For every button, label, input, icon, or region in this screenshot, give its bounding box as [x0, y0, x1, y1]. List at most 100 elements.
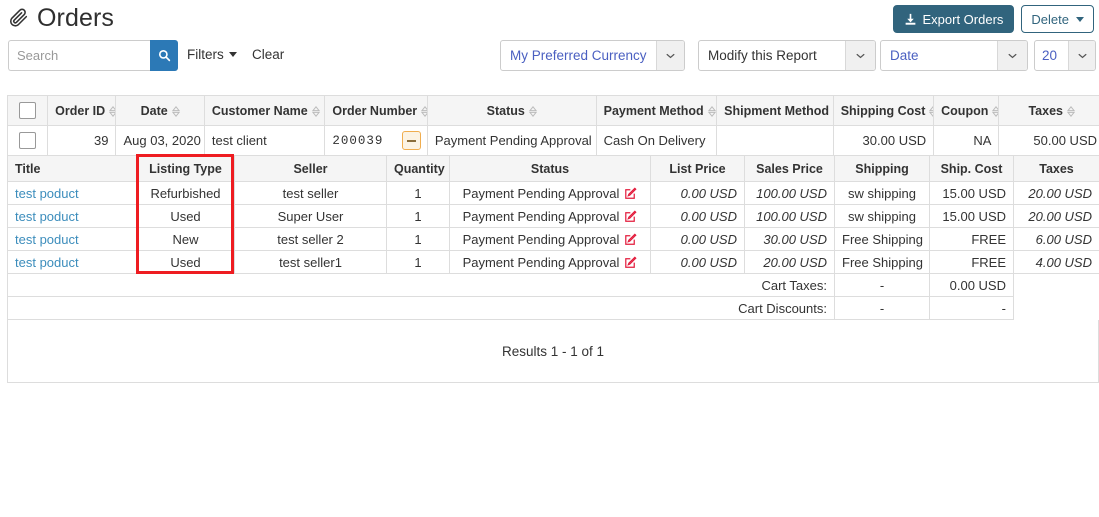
table-row: test poduct Used Super User 1 Payment Pendin…	[7, 204, 1099, 228]
cell-sales-price: 30.00 USD	[744, 227, 835, 251]
sort-icon	[707, 105, 716, 117]
report-value: Modify this Report	[708, 48, 817, 63]
export-orders-button[interactable]: Export Orders	[892, 5, 1015, 33]
download-icon	[904, 13, 917, 26]
edit-icon[interactable]	[624, 209, 637, 223]
controls-bar: Filters Clear My Preferred Currency Modi…	[0, 40, 1099, 72]
row-checkbox[interactable]	[19, 132, 37, 150]
product-link[interactable]: test poduct	[15, 232, 79, 247]
col-item-status: Status	[449, 155, 651, 182]
col-label: Order ID	[55, 103, 106, 118]
sort-icon	[528, 105, 537, 117]
filters-dropdown[interactable]: Filters	[187, 47, 237, 62]
cell-list-price: 0.00 USD	[650, 227, 745, 251]
cell-quantity: 1	[386, 250, 450, 274]
col-label: Customer Name	[211, 103, 308, 118]
col-shipping-cost[interactable]: Shipping Cost	[832, 95, 935, 126]
sort-icon	[311, 105, 320, 117]
search-button[interactable]	[150, 40, 178, 71]
col-shipment-method[interactable]: Shipment Method	[716, 95, 834, 126]
cell-seller: test seller	[234, 181, 387, 205]
col-label: Taxes	[1028, 103, 1063, 118]
col-label: Shipping Cost	[840, 103, 926, 118]
summary-label: Cart Discounts:	[738, 300, 827, 316]
cell-coupon: NA	[933, 125, 1000, 156]
cell-item-status: Payment Pending Approval	[449, 227, 651, 251]
col-customer-name[interactable]: Customer Name	[203, 95, 326, 126]
cell-shipping: sw shipping	[834, 181, 930, 205]
chevron-down-icon[interactable]	[845, 41, 875, 70]
product-link[interactable]: test poduct	[15, 255, 79, 270]
summary-label-cell: Cart Discounts:	[7, 296, 835, 320]
col-label: Date	[140, 103, 168, 118]
search-icon	[158, 49, 171, 62]
col-order-id[interactable]: Order ID	[47, 95, 117, 126]
table-row: test poduct Used test seller1 1 Payment Pend…	[7, 250, 1099, 274]
collapse-row-button[interactable]	[401, 131, 421, 150]
chevron-down-icon[interactable]	[1068, 41, 1095, 70]
item-status-label: Payment Pending Approval	[462, 185, 620, 201]
col-item-taxes: Taxes	[1013, 155, 1099, 182]
product-link[interactable]: test poduct	[15, 209, 79, 224]
delete-button[interactable]: Delete	[1021, 5, 1094, 33]
sort-select[interactable]: Date	[880, 40, 1028, 71]
select-all-checkbox[interactable]	[19, 102, 37, 119]
col-sales-price: Sales Price	[744, 155, 835, 182]
clear-button[interactable]: Clear	[252, 47, 284, 62]
cell-title: test poduct	[7, 250, 137, 274]
cell-shipping-cost: 30.00 USD	[832, 125, 935, 156]
page-size-value: 20	[1042, 48, 1058, 63]
cell-title: test poduct	[7, 181, 137, 205]
edit-icon[interactable]	[624, 255, 637, 269]
cell-taxes: 50.00 USD	[998, 125, 1099, 156]
filters-label: Filters	[187, 47, 224, 62]
col-status[interactable]: Status	[426, 95, 597, 126]
cell-item-taxes: 20.00 USD	[1013, 204, 1099, 228]
chevron-down-icon[interactable]	[655, 41, 684, 70]
col-taxes[interactable]: Taxes	[998, 95, 1099, 126]
row-select-cell	[6, 125, 49, 156]
edit-icon[interactable]	[624, 186, 637, 200]
search-group	[8, 40, 178, 71]
edit-icon[interactable]	[624, 232, 637, 246]
summary-label-cell: Cart Taxes:	[7, 273, 835, 297]
cell-list-price: 0.00 USD	[650, 204, 745, 228]
product-link[interactable]: test poduct	[15, 186, 79, 201]
col-payment-method[interactable]: Payment Method	[595, 95, 718, 126]
col-date[interactable]: Date	[115, 95, 205, 126]
chevron-down-icon[interactable]	[997, 41, 1027, 70]
cell-quantity: 1	[386, 204, 450, 228]
results-summary: Results 1 - 1 of 1	[7, 320, 1099, 383]
cell-shipping: sw shipping	[834, 204, 930, 228]
cell-ship-cost: FREE	[929, 227, 1014, 251]
cell-listing-type: Refurbished	[136, 181, 235, 205]
cell-item-status: Payment Pending Approval	[449, 250, 651, 274]
cell-status: Payment Pending Approval	[426, 125, 597, 156]
sort-value: Date	[890, 48, 919, 63]
cell-quantity: 1	[386, 227, 450, 251]
items-header-row: Title Listing Type Seller Quantity Statu…	[7, 155, 1099, 182]
currency-select[interactable]: My Preferred Currency	[500, 40, 685, 71]
cell-item-status: Payment Pending Approval	[449, 181, 651, 205]
cell-shipping: Free Shipping	[834, 227, 930, 251]
item-status-label: Payment Pending Approval	[462, 254, 620, 270]
col-seller: Seller	[234, 155, 387, 182]
cell-payment-method: Cash On Delivery	[595, 125, 718, 156]
report-select[interactable]: Modify this Report	[698, 40, 876, 71]
page-size-select[interactable]: 20	[1034, 40, 1096, 71]
col-label: Coupon	[941, 103, 989, 118]
item-status-label: Payment Pending Approval	[462, 231, 620, 247]
cell-listing-type: Used	[136, 204, 235, 228]
cell-order-number: 200039	[324, 125, 428, 156]
search-input[interactable]	[8, 40, 150, 71]
col-list-price: List Price	[650, 155, 745, 182]
page-header: Orders	[8, 4, 114, 32]
col-label: Status	[486, 103, 525, 118]
orders-page: Orders Export Orders Delete Search Filte…	[0, 0, 1099, 517]
cell-date: Aug 03, 2020	[115, 125, 205, 156]
summary-ship-cost: -	[834, 273, 930, 297]
cell-seller: test seller 2	[234, 227, 387, 251]
col-coupon[interactable]: Coupon	[933, 95, 1000, 126]
header-actions: Export Orders Delete	[892, 5, 1094, 33]
col-order-number[interactable]: Order Number	[324, 95, 428, 126]
